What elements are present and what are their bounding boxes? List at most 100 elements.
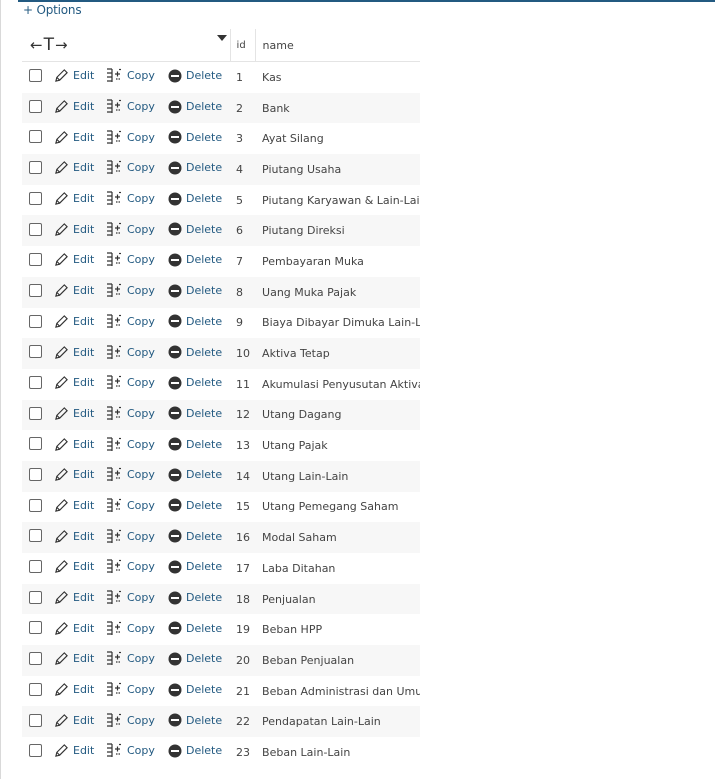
edit-button[interactable]: Edit	[54, 160, 94, 175]
sort-control-header[interactable]: ← T →	[22, 29, 231, 62]
copy-button[interactable]: Copy	[106, 99, 155, 114]
copy-button[interactable]: Copy	[106, 498, 155, 513]
row-checkbox[interactable]	[29, 99, 42, 113]
edit-button[interactable]: Edit	[54, 682, 94, 697]
copy-button[interactable]: Copy	[106, 651, 155, 666]
delete-button[interactable]: Delete	[168, 130, 222, 144]
options-link[interactable]: + Options	[23, 3, 82, 17]
edit-button[interactable]: Edit	[54, 713, 94, 728]
row-checkbox[interactable]	[29, 314, 42, 328]
edit-button[interactable]: Edit	[54, 590, 94, 605]
edit-button[interactable]: Edit	[54, 375, 94, 390]
copy-button[interactable]: Copy	[106, 130, 155, 145]
edit-button[interactable]: Edit	[54, 252, 94, 267]
row-checkbox[interactable]	[29, 222, 42, 236]
row-checkbox[interactable]	[29, 621, 42, 635]
copy-button[interactable]: Copy	[106, 68, 155, 83]
edit-button[interactable]: Edit	[54, 130, 94, 145]
delete-button[interactable]: Delete	[168, 192, 222, 206]
edit-button[interactable]: Edit	[54, 621, 94, 636]
copy-button[interactable]: Copy	[106, 529, 155, 544]
delete-button[interactable]: Delete	[168, 406, 222, 420]
copy-button[interactable]: Copy	[106, 283, 155, 298]
delete-button[interactable]: Delete	[168, 222, 222, 236]
edit-button[interactable]: Edit	[54, 651, 94, 666]
row-checkbox[interactable]	[29, 161, 42, 175]
delete-button[interactable]: Delete	[168, 437, 222, 451]
delete-button[interactable]: Delete	[168, 345, 222, 359]
copy-button[interactable]: Copy	[106, 222, 155, 237]
row-checkbox[interactable]	[29, 468, 42, 482]
row-checkbox[interactable]	[29, 375, 42, 389]
copy-button[interactable]: Copy	[106, 682, 155, 697]
delete-button[interactable]: Delete	[168, 621, 222, 635]
row-checkbox[interactable]	[29, 345, 42, 359]
copy-button[interactable]: Copy	[106, 191, 155, 206]
delete-button[interactable]: Delete	[168, 284, 222, 298]
delete-button[interactable]: Delete	[168, 468, 222, 482]
copy-button[interactable]: Copy	[106, 314, 155, 329]
row-checkbox[interactable]	[29, 744, 42, 758]
edit-button[interactable]: Edit	[54, 99, 94, 114]
copy-button[interactable]: Copy	[106, 621, 155, 636]
edit-button[interactable]: Edit	[54, 467, 94, 482]
row-checkbox[interactable]	[29, 652, 42, 666]
row-checkbox[interactable]	[29, 529, 42, 543]
row-checkbox[interactable]	[29, 130, 42, 144]
edit-button[interactable]: Edit	[54, 191, 94, 206]
row-checkbox[interactable]	[29, 682, 42, 696]
row-checkbox[interactable]	[29, 437, 42, 451]
delete-button[interactable]: Delete	[168, 652, 222, 666]
delete-button[interactable]: Delete	[168, 100, 222, 114]
copy-button[interactable]: Copy	[106, 559, 155, 574]
edit-button[interactable]: Edit	[54, 437, 94, 452]
copy-button[interactable]: Copy	[106, 467, 155, 482]
copy-button[interactable]: Copy	[106, 436, 155, 452]
row-checkbox[interactable]	[29, 590, 42, 604]
copy-button[interactable]: Copy	[106, 743, 155, 758]
row-checkbox[interactable]	[29, 713, 42, 727]
copy-button[interactable]: Copy	[106, 344, 155, 360]
row-checkbox[interactable]	[29, 406, 42, 420]
delete-button[interactable]: Delete	[168, 253, 222, 267]
delete-button[interactable]: Delete	[168, 560, 222, 574]
column-header-id[interactable]: id	[229, 29, 256, 62]
delete-button[interactable]: Delete	[168, 376, 222, 390]
delete-button[interactable]: Delete	[168, 713, 222, 727]
edit-button[interactable]: Edit	[54, 314, 94, 329]
column-header-name[interactable]: name	[254, 29, 421, 62]
copy-button[interactable]: Copy	[106, 406, 155, 421]
delete-button[interactable]: Delete	[168, 744, 222, 758]
edit-button[interactable]: Edit	[54, 345, 94, 360]
delete-button[interactable]: Delete	[168, 69, 222, 83]
delete-button[interactable]: Delete	[168, 498, 222, 512]
table-row: Edit Copy Delete 2	[22, 645, 421, 676]
row-checkbox[interactable]	[29, 283, 42, 297]
edit-button[interactable]: Edit	[54, 68, 94, 83]
column-sort-arrows-icon[interactable]: ← T →	[22, 35, 230, 55]
delete-button[interactable]: Delete	[168, 314, 222, 328]
edit-label: Edit	[73, 744, 95, 758]
chevron-down-icon[interactable]	[217, 35, 227, 41]
delete-button[interactable]: Delete	[168, 161, 222, 175]
row-checkbox[interactable]	[29, 191, 42, 205]
edit-button[interactable]: Edit	[54, 406, 94, 421]
delete-button[interactable]: Delete	[168, 591, 222, 605]
copy-button[interactable]: Copy	[106, 252, 155, 267]
row-checkbox[interactable]	[29, 498, 42, 512]
edit-button[interactable]: Edit	[54, 743, 94, 758]
edit-button[interactable]: Edit	[54, 559, 94, 574]
copy-button[interactable]: Copy	[106, 160, 155, 175]
edit-button[interactable]: Edit	[54, 529, 94, 544]
edit-button[interactable]: Edit	[54, 283, 94, 298]
copy-button[interactable]: Copy	[106, 375, 155, 390]
edit-button[interactable]: Edit	[54, 222, 94, 237]
row-checkbox[interactable]	[29, 253, 42, 267]
copy-button[interactable]: Copy	[106, 713, 155, 728]
delete-button[interactable]: Delete	[168, 529, 222, 543]
row-checkbox[interactable]	[29, 560, 42, 574]
edit-button[interactable]: Edit	[54, 498, 94, 513]
delete-button[interactable]: Delete	[168, 683, 222, 697]
row-checkbox[interactable]	[29, 69, 42, 83]
copy-button[interactable]: Copy	[106, 590, 155, 605]
